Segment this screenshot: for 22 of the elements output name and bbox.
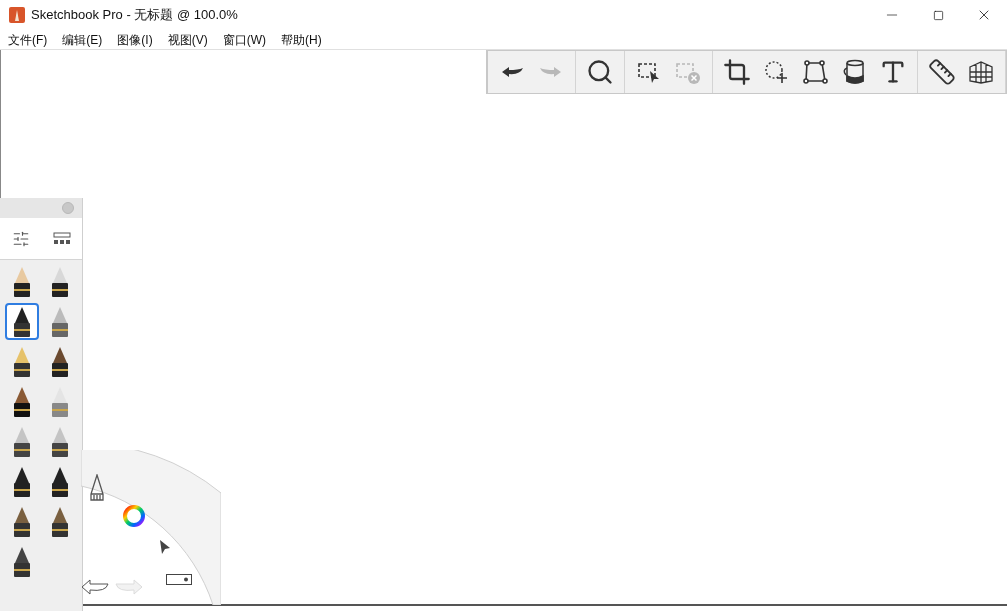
menu-item[interactable]: 视图(V) <box>167 30 208 49</box>
window-title: Sketchbook Pro - 无标题 @ 100.0% <box>31 6 238 25</box>
lasso-icon[interactable] <box>762 58 790 86</box>
brush-button[interactable] <box>5 303 39 340</box>
menu-item[interactable]: 图像(I) <box>117 30 153 49</box>
color-wheel-icon[interactable] <box>122 504 146 528</box>
undo-arrow-icon[interactable] <box>81 578 109 596</box>
menu-item[interactable]: 窗口(W) <box>222 30 266 49</box>
grid-view-icon[interactable] <box>52 231 71 246</box>
menu-item[interactable]: 帮助(H) <box>281 30 322 49</box>
maximize-icon[interactable] <box>932 9 944 21</box>
ruler-icon[interactable] <box>928 58 956 86</box>
search-icon[interactable] <box>586 58 614 86</box>
cursor-arrow-icon[interactable] <box>159 539 171 555</box>
app-logo-icon <box>9 7 25 23</box>
pencil-icon[interactable] <box>89 474 105 502</box>
toggle-icon[interactable] <box>166 574 192 585</box>
menu-item[interactable]: 文件(F) <box>8 30 48 49</box>
crop-icon[interactable] <box>723 58 751 86</box>
menu-item[interactable]: 编辑(E) <box>62 30 103 49</box>
transform-icon[interactable] <box>801 58 829 86</box>
sliders-icon[interactable] <box>11 229 30 248</box>
